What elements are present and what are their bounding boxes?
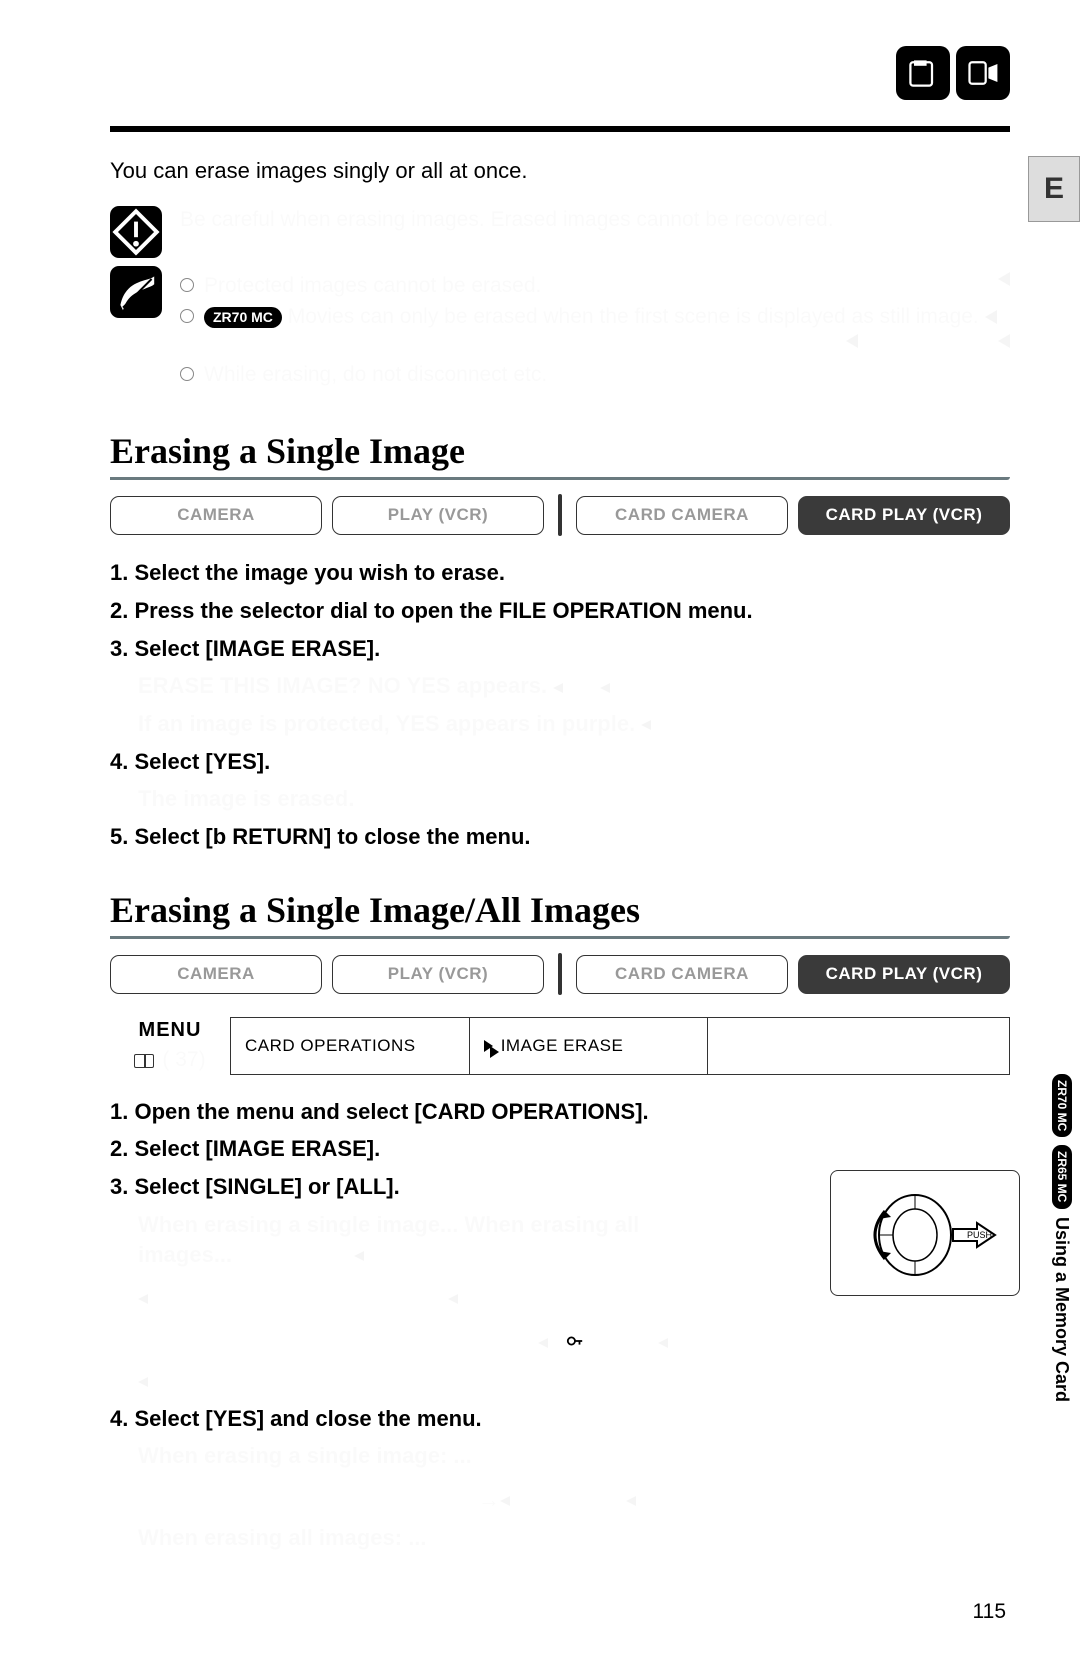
- page-number: 115: [110, 1598, 1010, 1626]
- play-triangle-icon: [484, 1040, 493, 1052]
- dial-illustration-box: PUSH: [830, 1170, 1020, 1296]
- s2-step4-sub-a: When erasing a single image: ...: [138, 1441, 710, 1471]
- notes-body: Protected images cannot be erased. ZR70 …: [180, 266, 1010, 393]
- menu-path-row: MENU ( 37) CARD OPERATIONS IMAGE ERASE: [110, 1017, 1010, 1074]
- notes-icon: [110, 266, 162, 318]
- section1-heading: Erasing a Single Image: [110, 427, 1010, 481]
- side-badge-zr65: ZR65 MC: [1052, 1145, 1072, 1208]
- s2-step4: 4. Select [YES] and close the menu.: [110, 1404, 710, 1434]
- s1-step3-sub2: If an image is protected, YES appears in…: [138, 709, 1010, 739]
- s1-step1: 1. Select the image you wish to erase.: [110, 558, 1010, 588]
- card-play-icon: [956, 46, 1010, 100]
- note-bullet-3: While erasing, do not disconnect etc.: [180, 361, 1010, 389]
- mode-camera-2: CAMERA: [110, 955, 322, 994]
- mode-separator-2: [558, 953, 562, 995]
- s2-step1: 1. Open the menu and select [CARD OPERAT…: [110, 1097, 710, 1127]
- mode-card-play-vcr: CARD PLAY (VCR): [798, 496, 1010, 535]
- warning-body: Be careful when erasing images. Erased i…: [180, 206, 1010, 234]
- mode-camera: CAMERA: [110, 496, 322, 535]
- s1-step4-sub: The image is erased.: [138, 784, 1010, 814]
- menu-cell-1: CARD OPERATIONS: [230, 1017, 470, 1074]
- menu-icon-box: MENU ( 37): [110, 1017, 230, 1074]
- section2-steps: 1. Open the menu and select [CARD OPERAT…: [110, 1097, 710, 1553]
- warning-text: Be careful when erasing images. Erased i…: [180, 206, 1010, 234]
- section1-steps: 1. Select the image you wish to erase. 2…: [110, 558, 1010, 852]
- s2-step3-sub-b: [138, 1277, 710, 1313]
- key-icon: [566, 1328, 584, 1358]
- s2-step4-sub-b: →: [138, 1479, 710, 1515]
- warning-row: Be careful when erasing images. Erased i…: [110, 206, 1010, 258]
- s1-step2: 2. Press the selector dial to open the F…: [110, 596, 1010, 626]
- menu-page-ref: ( 37): [162, 1046, 205, 1074]
- top-rule: [110, 126, 1010, 132]
- book-icon: [134, 1054, 154, 1068]
- top-icon-bar: [896, 46, 1010, 100]
- s2-step3-sub-d: [138, 1366, 710, 1396]
- notes-row: Protected images cannot be erased. ZR70 …: [110, 266, 1010, 393]
- s2-step3-sub-a: When erasing a single image... When eras…: [138, 1210, 710, 1269]
- mode-card-camera-2: CARD CAMERA: [576, 955, 788, 994]
- s2-step2: 2. Select [IMAGE ERASE].: [110, 1134, 710, 1164]
- note-bullet-1: Protected images cannot be erased.: [180, 272, 1010, 300]
- model-badge-zr70: ZR70 MC: [204, 307, 282, 328]
- s1-step3-sub1: ERASE THIS IMAGE? NO YES appears.: [138, 671, 1010, 701]
- note-bullet-2b: [180, 334, 1010, 358]
- side-badge-zr70: ZR70 MC: [1052, 1074, 1072, 1137]
- language-tab: E: [1028, 156, 1080, 222]
- s2-step3-sub-c: [138, 1321, 710, 1358]
- section2-mode-row: CAMERA PLAY (VCR) CARD CAMERA CARD PLAY …: [110, 953, 1010, 995]
- note-bullet-2: ZR70 MC Movies can only be erased when t…: [180, 303, 1010, 331]
- mode-card-play-vcr-2: CARD PLAY (VCR): [798, 955, 1010, 994]
- mode-card-camera: CARD CAMERA: [576, 496, 788, 535]
- svg-text:PUSH: PUSH: [967, 1230, 992, 1240]
- side-section-tab: ZR70 MC ZR65 MC Using a Memory Card: [1044, 1060, 1080, 1416]
- mode-play-vcr: PLAY (VCR): [332, 496, 544, 535]
- menu-cell-1-label: CARD OPERATIONS: [245, 1035, 416, 1058]
- menu-cell-2-label: IMAGE ERASE: [501, 1035, 624, 1058]
- menu-cell-2: IMAGE ERASE: [470, 1017, 709, 1074]
- mode-play-vcr-2: PLAY (VCR): [332, 955, 544, 994]
- card-icon: [896, 46, 950, 100]
- side-section-label: Using a Memory Card: [1050, 1217, 1074, 1402]
- s1-step3: 3. Select [IMAGE ERASE].: [110, 634, 1010, 664]
- section1-mode-row: CAMERA PLAY (VCR) CARD CAMERA CARD PLAY …: [110, 494, 1010, 536]
- mode-separator: [558, 494, 562, 536]
- warning-icon: [110, 206, 162, 258]
- menu-cell-3: [708, 1017, 1010, 1074]
- intro-text: You can erase images singly or all at on…: [110, 156, 1010, 186]
- selector-dial-illustration: PUSH: [845, 1185, 1005, 1285]
- menu-label: MENU: [139, 1017, 202, 1044]
- s1-step4: 4. Select [YES].: [110, 747, 1010, 777]
- section2-heading: Erasing a Single Image/All Images: [110, 886, 1010, 940]
- s2-step3: 3. Select [SINGLE] or [ALL].: [110, 1172, 710, 1202]
- s2-step4-sub-c: When erasing all images: ...: [138, 1523, 710, 1553]
- s1-step5: 5. Select [b RETURN] to close the menu.: [110, 822, 1010, 852]
